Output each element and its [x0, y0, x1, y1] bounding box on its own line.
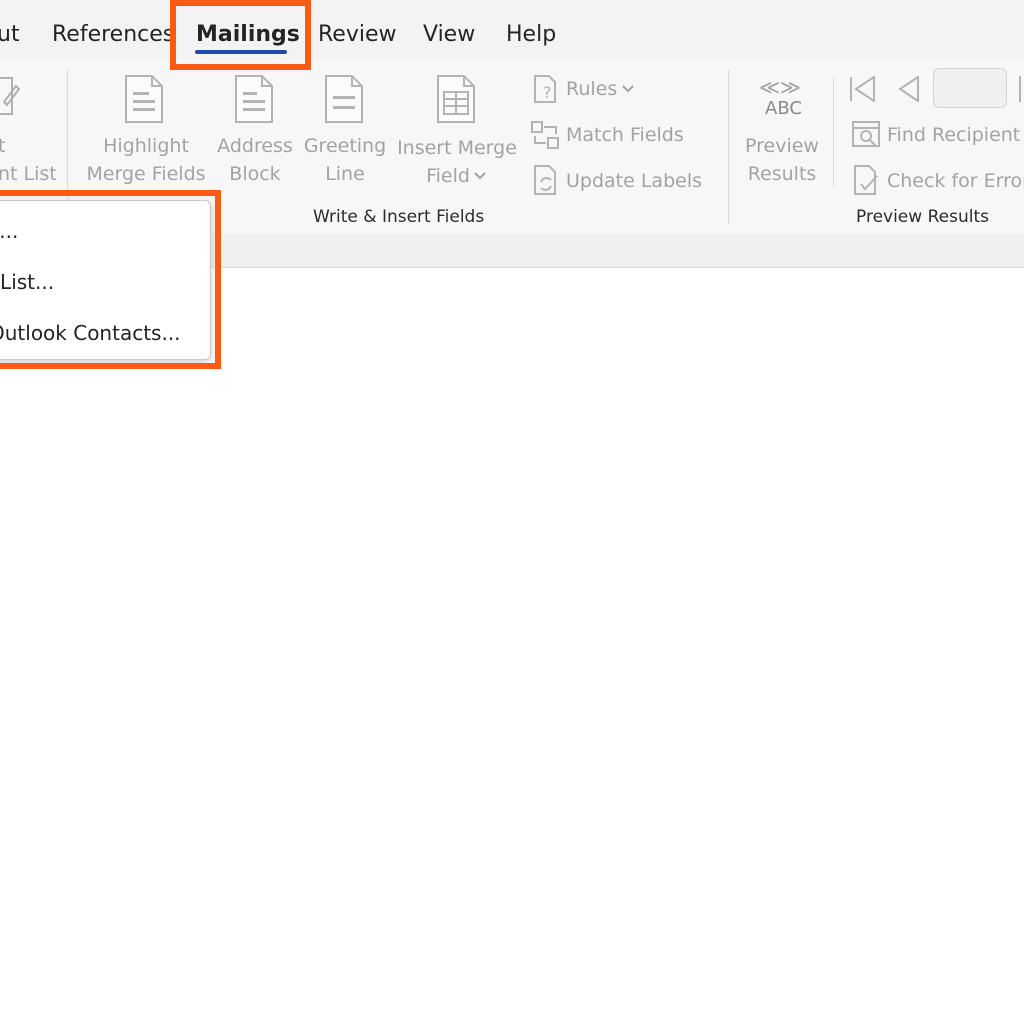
highlight-fields-icon — [125, 75, 163, 123]
ribbon-separator — [728, 70, 729, 224]
ribbon-separator — [833, 78, 834, 186]
preview-label-1: Preview — [745, 135, 819, 157]
record-number-input[interactable] — [933, 68, 1007, 108]
find-recipient-icon — [852, 121, 880, 147]
group-label-write-insert: Write & Insert Fields — [313, 207, 485, 227]
highlight-label-1: Highlight — [103, 135, 189, 157]
insert-merge-label-1: Insert Merge — [397, 137, 517, 159]
match-fields-icon — [531, 121, 559, 149]
highlight-label-2: Merge Fields — [86, 163, 206, 185]
chevron-down-icon — [474, 172, 486, 180]
chevron-down-icon — [622, 85, 634, 93]
check-errors-icon — [854, 165, 878, 195]
next-record-icon[interactable] — [1019, 76, 1021, 102]
address-label-1: Address — [217, 135, 293, 157]
address-label-2: Block — [229, 163, 281, 185]
dropdown-highlight — [0, 190, 221, 369]
match-fields-label: Match Fields — [566, 124, 684, 146]
greeting-label-2: Line — [325, 163, 365, 185]
group-label-preview: Preview Results — [856, 207, 989, 227]
rules-label: Rules — [566, 78, 618, 100]
update-labels-label: Update Labels — [566, 170, 703, 192]
ribbon-separator — [67, 70, 68, 200]
start-partial-label-1: t — [0, 135, 6, 157]
find-recipient-label: Find Recipient — [887, 124, 1021, 146]
preview-label-2: Results — [747, 163, 817, 185]
update-labels-icon — [534, 165, 556, 195]
previous-record-icon[interactable] — [898, 76, 922, 102]
tab-references[interactable]: References — [52, 18, 174, 52]
address-block-icon — [235, 75, 273, 123]
rules-icon: ? — [534, 75, 556, 103]
preview-abc-label: ABC — [765, 98, 802, 119]
start-partial-label-2[interactable]: nt List — [0, 160, 57, 188]
svg-text:?: ? — [543, 83, 552, 102]
greeting-label-1: Greeting — [303, 135, 387, 157]
tab-view[interactable]: View — [423, 18, 475, 52]
ribbon-tab-bar: ut References Mailings Review View Help — [0, 0, 1024, 60]
insert-merge-label-2: Field — [426, 165, 470, 187]
tab-help[interactable]: Help — [506, 18, 556, 52]
insert-merge-field-icon — [437, 75, 475, 123]
mailings-tab-highlight — [170, 0, 311, 70]
tab-layout-partial[interactable]: ut — [0, 18, 20, 52]
first-record-icon[interactable] — [848, 76, 878, 102]
tab-review[interactable]: Review — [318, 18, 397, 52]
greeting-line-icon — [325, 75, 363, 123]
check-errors-label: Check for Errors — [887, 170, 1024, 192]
edit-recipient-list-icon — [0, 77, 20, 115]
